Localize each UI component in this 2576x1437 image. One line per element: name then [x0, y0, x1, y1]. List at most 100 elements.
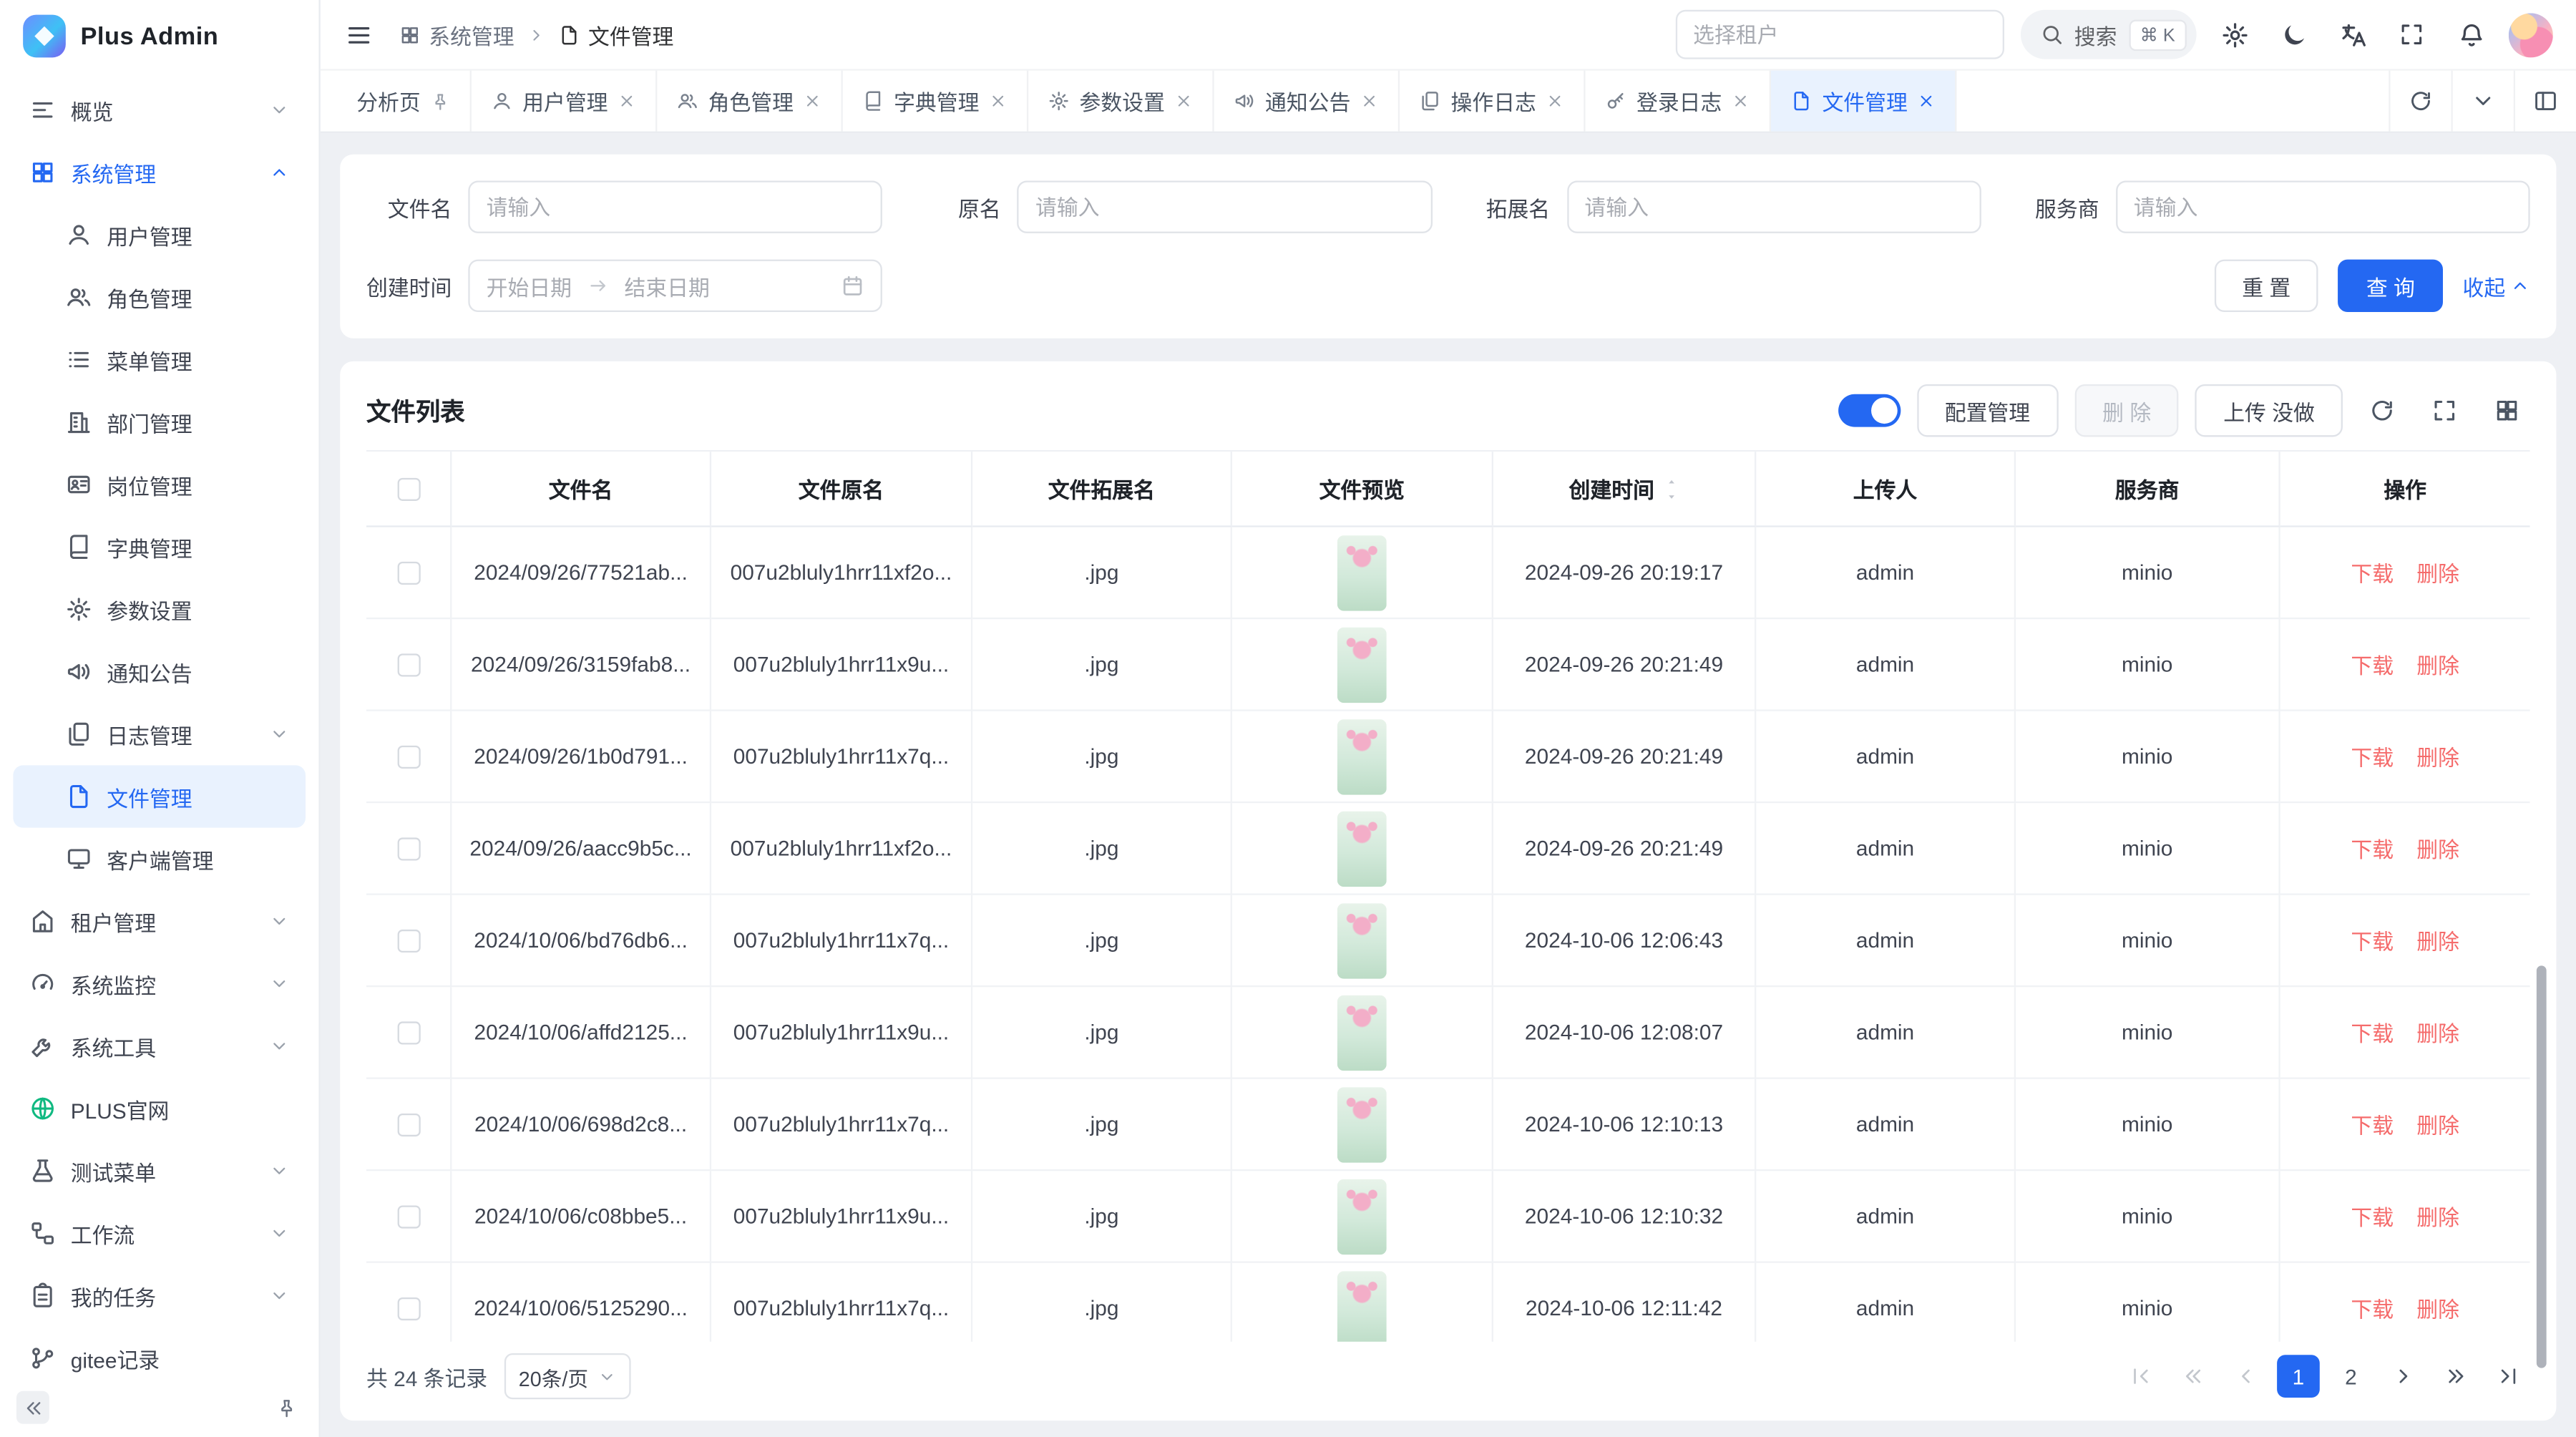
sidebar-item-client-management[interactable]: 客户端管理 [13, 828, 306, 890]
file-preview-thumb[interactable] [1337, 995, 1387, 1071]
row-checkbox[interactable] [396, 1020, 419, 1043]
file-name-input[interactable] [468, 180, 882, 233]
delete-button[interactable]: 删 除 [2074, 384, 2179, 437]
page-number-button[interactable]: 1 [2277, 1355, 2320, 1398]
upload-button[interactable]: 上传 没做 [2195, 384, 2343, 437]
close-icon[interactable] [1546, 92, 1564, 110]
file-preview-thumb[interactable] [1337, 718, 1387, 794]
first-page-button[interactable] [2119, 1355, 2162, 1398]
sidebar-toggle-button[interactable] [337, 13, 380, 56]
settings-button[interactable] [2213, 13, 2256, 56]
file-preview-thumb[interactable] [1337, 902, 1387, 978]
tab-role-management[interactable]: 角色管理 [657, 71, 842, 132]
close-icon[interactable] [618, 92, 635, 110]
download-link[interactable]: 下载 [2351, 925, 2394, 956]
sidebar-item-tenant-management[interactable]: 租户管理 [13, 890, 306, 953]
sort-carets[interactable] [1664, 475, 1679, 502]
row-checkbox[interactable] [396, 561, 419, 584]
table-scrollbar[interactable] [2537, 965, 2547, 1368]
collapse-filter-link[interactable]: 收起 [2463, 271, 2530, 302]
reset-button[interactable]: 重 置 [2214, 260, 2318, 312]
download-link[interactable]: 下载 [2351, 833, 2394, 864]
extension-input[interactable] [1566, 180, 1981, 233]
sidebar-item-menu-management[interactable]: 菜单管理 [13, 328, 306, 391]
close-icon[interactable] [1918, 92, 1936, 110]
sidebar-item-system-tools[interactable]: 系统工具 [13, 1015, 306, 1077]
file-preview-thumb[interactable] [1337, 1086, 1387, 1162]
sidebar-item-log-management[interactable]: 日志管理 [13, 703, 306, 765]
sidebar-pin-button[interactable] [270, 1391, 303, 1424]
tab-param-settings[interactable]: 参数设置 [1028, 71, 1214, 132]
last-page-button[interactable] [2487, 1355, 2530, 1398]
download-link[interactable]: 下载 [2351, 1109, 2394, 1140]
breadcrumb-item-file[interactable]: 文件管理 [559, 19, 674, 50]
download-link[interactable]: 下载 [2351, 1017, 2394, 1048]
sidebar-item-test-menu[interactable]: 测试菜单 [13, 1140, 306, 1202]
column-settings-button[interactable] [2484, 388, 2529, 434]
row-checkbox[interactable] [396, 1113, 419, 1136]
tab-actions-dropdown[interactable] [2451, 71, 2513, 132]
sidebar-item-system-monitor[interactable]: 系统监控 [13, 953, 306, 1015]
refresh-tab-button[interactable] [2389, 71, 2451, 132]
file-preview-thumb[interactable] [1337, 535, 1387, 610]
delete-link[interactable]: 删除 [2416, 557, 2459, 588]
tab-analysis[interactable]: 分析页 [337, 71, 472, 132]
sidebar-item-dict-management[interactable]: 字典管理 [13, 516, 306, 578]
row-checkbox[interactable] [396, 837, 419, 859]
download-link[interactable]: 下载 [2351, 1292, 2394, 1324]
close-icon[interactable] [1360, 92, 1378, 110]
select-all-checkbox[interactable] [396, 477, 419, 500]
avatar[interactable] [2509, 12, 2553, 57]
row-checkbox[interactable] [396, 1204, 419, 1227]
sidebar-item-plus-site[interactable]: PLUS官网 [13, 1077, 306, 1139]
original-name-input[interactable] [1018, 180, 1432, 233]
sidebar-item-user-management[interactable]: 用户管理 [13, 204, 306, 266]
breadcrumb-item-system[interactable]: 系统管理 [399, 19, 514, 50]
col-create-time[interactable]: 创建时间 [1493, 452, 1756, 527]
tab-file-management[interactable]: 文件管理 [1771, 71, 1956, 132]
sidebar-item-notice[interactable]: 通知公告 [13, 640, 306, 703]
tab-dict-management[interactable]: 字典管理 [843, 71, 1028, 132]
sidebar-item-file-management[interactable]: 文件管理 [13, 765, 306, 827]
delete-link[interactable]: 删除 [2416, 1109, 2459, 1140]
sidebar-item-my-tasks[interactable]: 我的任务 [13, 1265, 306, 1327]
close-icon[interactable] [1732, 92, 1750, 110]
create-time-range-picker[interactable]: 开始日期 结束日期 [468, 260, 882, 312]
row-checkbox[interactable] [396, 653, 419, 676]
search-button[interactable]: 查 询 [2338, 260, 2443, 312]
dark-mode-button[interactable] [2272, 13, 2315, 56]
close-icon[interactable] [1175, 92, 1193, 110]
row-checkbox[interactable] [396, 929, 419, 952]
sidebar-item-post-management[interactable]: 岗位管理 [13, 453, 306, 515]
tab-notice[interactable]: 通知公告 [1214, 71, 1400, 132]
page-size-select[interactable]: 20条/页 [504, 1353, 631, 1399]
sidebar-item-department-management[interactable]: 部门管理 [13, 391, 306, 453]
tab-operation-log[interactable]: 操作日志 [1400, 71, 1585, 132]
prev-page-button[interactable] [2225, 1355, 2268, 1398]
sidebar-collapse-button[interactable] [16, 1391, 49, 1424]
row-checkbox[interactable] [396, 745, 419, 768]
delete-link[interactable]: 删除 [2416, 1292, 2459, 1324]
refresh-table-button[interactable] [2359, 388, 2405, 434]
sidebar-item-system-management[interactable]: 系统管理 [13, 141, 306, 203]
file-preview-thumb[interactable] [1337, 811, 1387, 887]
close-icon[interactable] [989, 92, 1007, 110]
delete-link[interactable]: 删除 [2416, 925, 2459, 956]
delete-link[interactable]: 删除 [2416, 741, 2459, 772]
download-link[interactable]: 下载 [2351, 557, 2394, 588]
tenant-select[interactable] [1675, 10, 2004, 59]
notifications-button[interactable] [2449, 13, 2492, 56]
download-link[interactable]: 下载 [2351, 648, 2394, 680]
next-pages-button[interactable] [2435, 1355, 2478, 1398]
tab-user-management[interactable]: 用户管理 [472, 71, 657, 132]
global-search[interactable]: 搜索 ⌘ K [2020, 10, 2197, 59]
fullscreen-button[interactable] [2391, 13, 2434, 56]
tab-login-log[interactable]: 登录日志 [1586, 71, 1771, 132]
layout-panel-button[interactable] [2514, 71, 2576, 132]
close-icon[interactable] [804, 92, 821, 110]
file-preview-thumb[interactable] [1337, 1179, 1387, 1255]
file-preview-thumb[interactable] [1337, 627, 1387, 703]
search-visibility-toggle[interactable] [1838, 394, 1901, 427]
language-button[interactable] [2331, 13, 2374, 56]
next-page-button[interactable] [2382, 1355, 2425, 1398]
